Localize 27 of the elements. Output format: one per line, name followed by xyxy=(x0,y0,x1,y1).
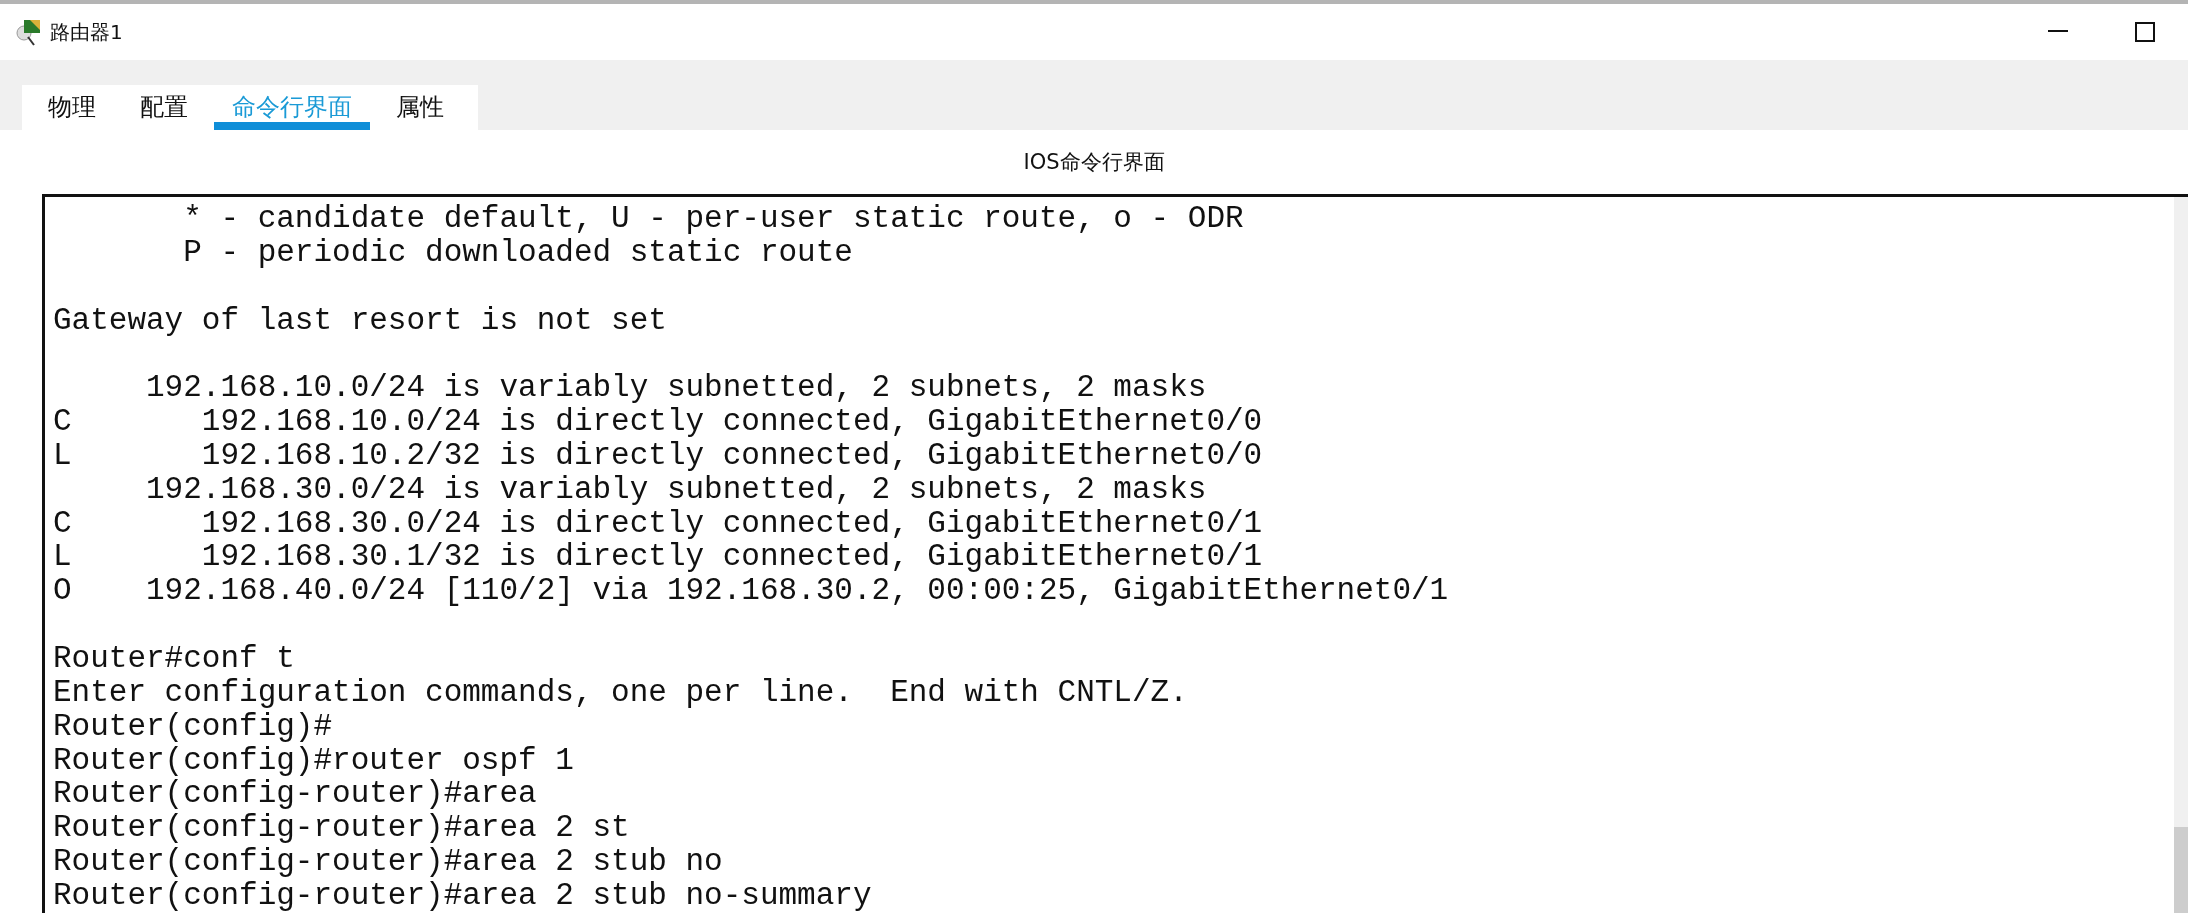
tab[interactable]: 物理 xyxy=(30,85,114,130)
tab[interactable]: 属性 xyxy=(378,85,462,130)
terminal-line: C 192.168.10.0/24 is directly connected, GigabitEthernet0/0 xyxy=(53,405,1264,439)
terminal-line: O 192.168.40.0/24 [110/2] via 192.168.30.2, 00:00:25, GigabitEthernet0/1 xyxy=(53,574,1450,609)
terminal-line: Router(config-router)#area 2 st xyxy=(53,811,631,846)
terminal-line: Router(config-router)#area 2 stub no-summary xyxy=(53,878,873,913)
scrollbar[interactable] xyxy=(2174,197,2188,913)
terminal-line: * - candidate default, U - per-user static route, o - ODR xyxy=(182,202,1245,236)
terminal-line: 192.168.30.0/24 is variably subnetted, 2 subnets, 2 masks xyxy=(145,472,1208,507)
window-title: 路由器1 xyxy=(50,18,124,46)
terminal-line: Router(config-router)#area 2 stub no xyxy=(53,845,724,879)
terminal-line: P - periodic downloaded static route xyxy=(182,235,854,270)
terminal-line: Router(config)# xyxy=(53,709,334,744)
terminal-line: C 192.168.30.0/24 is directly connected, GigabitEthernet0/1 xyxy=(53,506,1264,541)
tab[interactable]: 配置 xyxy=(122,85,206,130)
terminal-line: Router(config)#router ospf 1 xyxy=(53,743,575,778)
maximize-icon xyxy=(2135,22,2155,42)
panel-title: IOS命令行界面 xyxy=(1023,150,1165,174)
terminal-line: Router#conf t xyxy=(53,641,296,676)
terminal-line: Router(config-router)#area xyxy=(53,777,538,812)
minimize-icon xyxy=(2048,30,2070,34)
terminal-line: Enter configuration commands, one per line. End with CNTL/Z. xyxy=(53,675,1189,710)
terminal-line: Gateway of last resort is not set xyxy=(53,303,668,338)
terminal-line: L 192.168.30.1/32 is directly connected, GigabitEthernet0/1 xyxy=(53,540,1264,575)
terminal-line: L 192.168.10.2/32 is directly connected, GigabitEthernet0/0 xyxy=(53,438,1264,473)
terminal[interactable] xyxy=(42,194,2188,913)
terminal-line: 192.168.10.0/24 is variably subnetted, 2 subnets, 2 masks xyxy=(145,371,1208,406)
